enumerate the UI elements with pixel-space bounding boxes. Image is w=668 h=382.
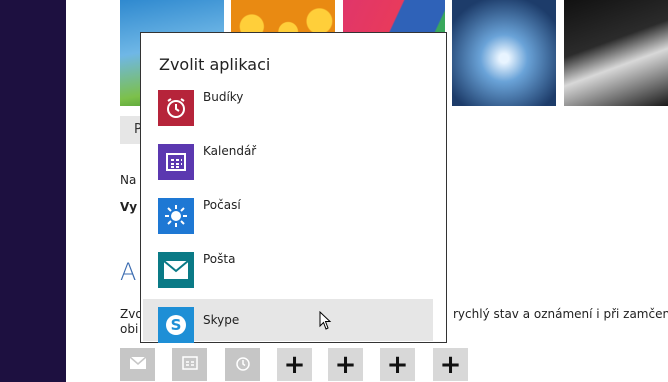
- background-text-na: Na: [120, 173, 137, 187]
- app-label: Počasí: [203, 198, 241, 212]
- plus-icon: +: [283, 349, 306, 380]
- calendar-icon: [181, 355, 198, 375]
- plus-icon: +: [439, 349, 462, 380]
- envelope-icon: [158, 252, 194, 288]
- app-item-kalendar[interactable]: Kalendář: [143, 140, 433, 188]
- quick-status-add-slot-3[interactable]: +: [380, 348, 415, 381]
- background-text-vy: Vy: [120, 200, 138, 214]
- app-label: Pošta: [203, 252, 236, 266]
- plus-icon: +: [386, 349, 409, 380]
- section-heading: A: [120, 258, 137, 286]
- popup-title: Zvolit aplikaci: [159, 55, 271, 74]
- calendar-icon: [158, 144, 194, 180]
- quick-status-add-slot-1[interactable]: +: [277, 348, 312, 381]
- svg-text:S: S: [171, 316, 182, 334]
- quick-status-slot-calendar[interactable]: [172, 348, 207, 381]
- quick-status-add-slot-2[interactable]: +: [328, 348, 363, 381]
- background-text-obi: obi: [120, 322, 139, 336]
- lock-screen-picture-thumbnail-4[interactable]: [452, 0, 556, 106]
- app-item-pocasi[interactable]: Počasí: [143, 194, 433, 242]
- app-item-posta[interactable]: Pošta: [143, 248, 433, 296]
- choose-app-popup: Zvolit aplikaci Budíky Kalendář Počasí P…: [140, 32, 447, 343]
- lock-screen-picture-thumbnail-5[interactable]: [564, 0, 668, 106]
- app-item-skype[interactable]: S Skype: [143, 299, 433, 343]
- skype-icon: S: [158, 307, 194, 343]
- background-text-right: rychlý stav a oznámení i při zamčené: [453, 307, 668, 321]
- left-dark-panel: [0, 0, 66, 382]
- quick-status-add-slot-4[interactable]: +: [433, 348, 468, 381]
- plus-icon: +: [334, 349, 357, 380]
- alarm-clock-icon: [234, 354, 252, 376]
- envelope-icon: [129, 355, 147, 374]
- app-label: Kalendář: [203, 144, 257, 158]
- mouse-cursor-icon: [319, 310, 333, 331]
- quick-status-slot-alarm[interactable]: [225, 348, 260, 381]
- sun-icon: [158, 198, 194, 234]
- app-item-budiky[interactable]: Budíky: [143, 86, 433, 134]
- alarm-clock-icon: [158, 90, 194, 126]
- quick-status-slot-mail[interactable]: [120, 348, 155, 381]
- app-label: Budíky: [203, 90, 244, 104]
- app-label: Skype: [203, 313, 240, 327]
